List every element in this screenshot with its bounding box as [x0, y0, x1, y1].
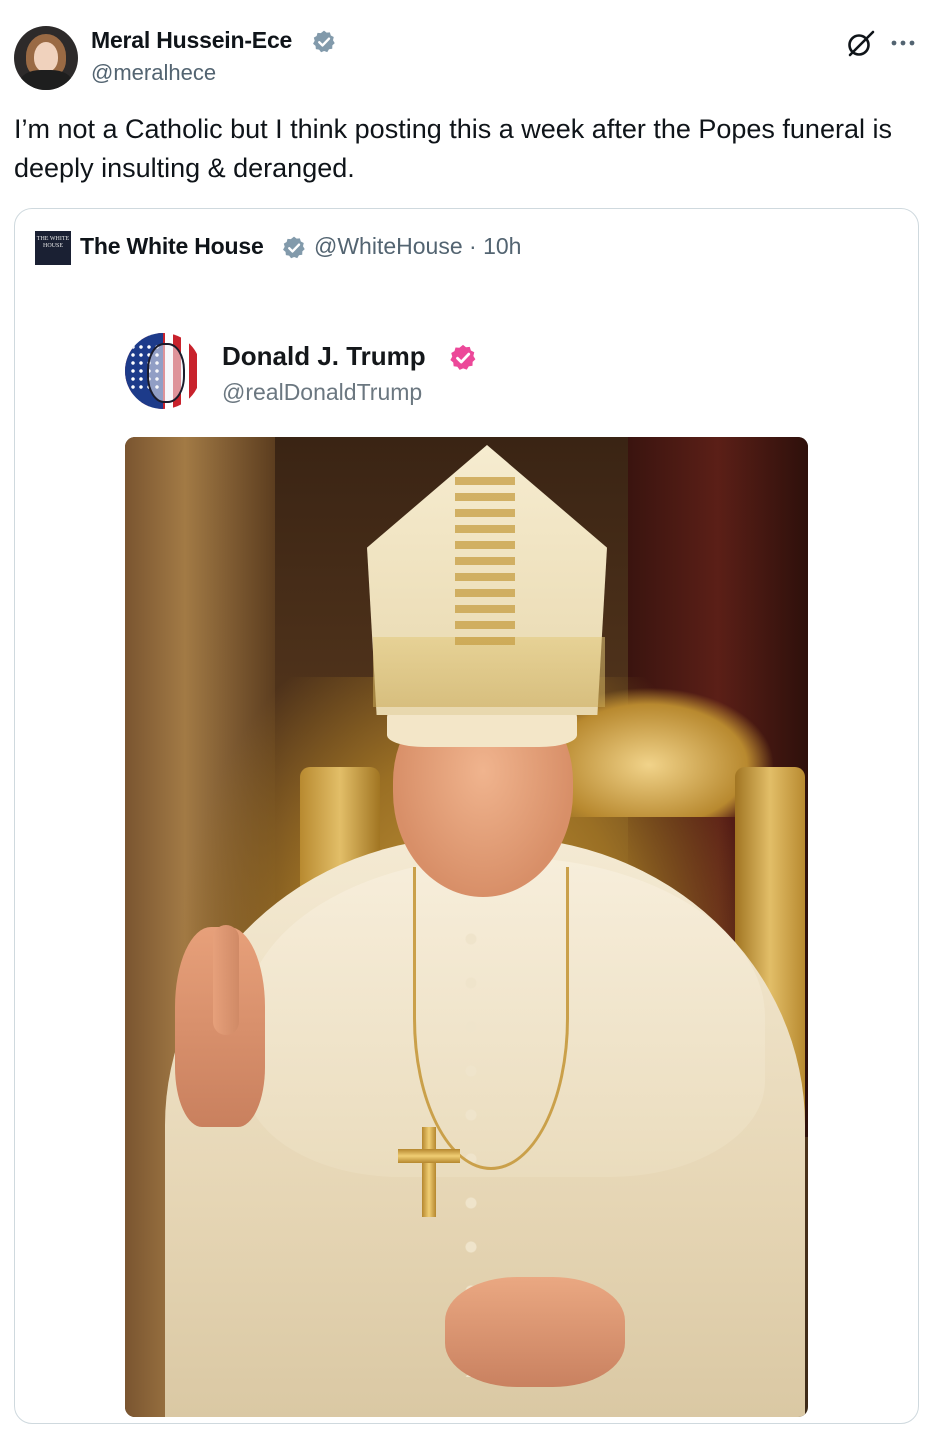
- image-chain: [413, 867, 569, 1170]
- embedded-author-handle: @realDonaldTrump: [222, 379, 423, 405]
- author-avatar[interactable]: [14, 26, 78, 90]
- embedded-author-name: Donald J. Trump: [222, 341, 426, 371]
- grok-icon[interactable]: [846, 29, 876, 59]
- tweet: Meral Hussein-Ece @meralhece I’m not a C…: [0, 0, 942, 1436]
- image-raised-finger: [213, 925, 239, 1035]
- verified-badge-icon: [313, 30, 335, 53]
- author-name[interactable]: Meral Hussein-Ece: [91, 27, 292, 54]
- white-house-logo: THE WHITE HOUSE: [35, 231, 71, 265]
- post-image[interactable]: [125, 437, 808, 1417]
- quote-author-name: The White House: [80, 233, 264, 259]
- image-cross: [422, 1127, 436, 1217]
- embedded-avatar: [125, 333, 201, 409]
- more-options-icon[interactable]: [890, 33, 916, 53]
- author-handle[interactable]: @meralhece: [91, 60, 216, 86]
- avatar-face: [147, 343, 185, 403]
- image-resting-hand: [445, 1277, 625, 1387]
- avatar-body: [20, 70, 72, 90]
- image-cross-bar: [398, 1149, 460, 1163]
- tweet-text: I’m not a Catholic but I think posting t…: [14, 114, 892, 183]
- quoted-tweet[interactable]: THE WHITE HOUSE The White House @WhiteHo…: [14, 208, 919, 1424]
- image-mitre-ornament: [455, 477, 515, 647]
- verified-badge-icon: [283, 236, 305, 259]
- avatar-face: [34, 42, 58, 72]
- verified-badge-icon: [450, 344, 476, 370]
- image-mitre-band: [373, 637, 605, 707]
- quote-handle-time: @WhiteHouse · 10h: [314, 233, 522, 259]
